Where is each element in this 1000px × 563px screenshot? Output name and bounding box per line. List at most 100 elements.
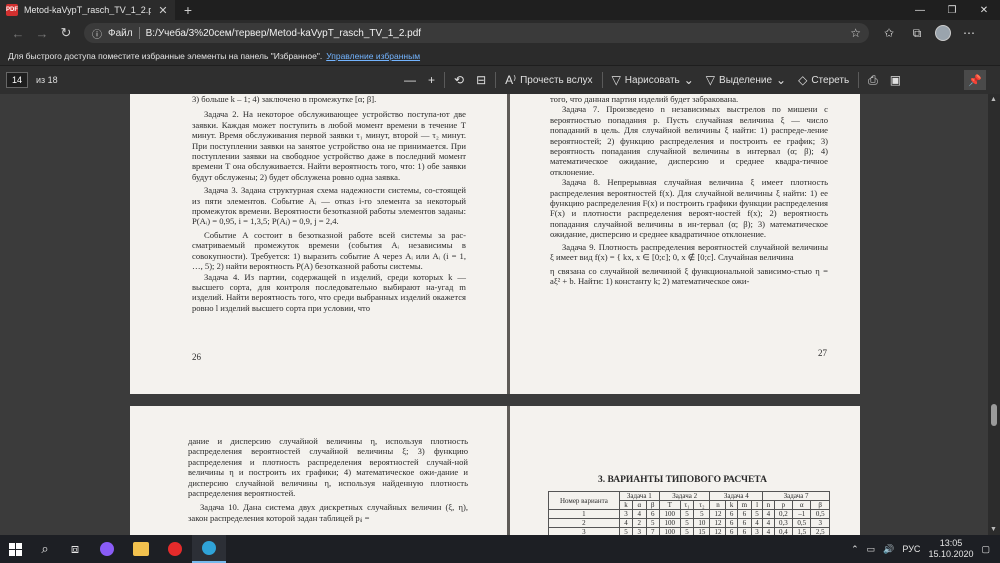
read-aloud-label: Прочесть вслух (520, 74, 593, 86)
page-total: из 18 (36, 75, 58, 85)
clock[interactable]: 13:05 15.10.2020 (928, 538, 973, 560)
table-cell: 6 (725, 527, 738, 535)
highlight-button[interactable]: ▽ Выделение ⌄ (700, 66, 792, 94)
table-subheader: m (736, 500, 752, 510)
file-explorer-app[interactable] (124, 535, 158, 563)
text-line: 3) больше k – 1; 4) заключено в промежут… (192, 94, 377, 104)
folder-icon (133, 542, 149, 556)
task-view-icon[interactable]: ⧈ (60, 535, 90, 563)
table-subheader: τ₂ (693, 500, 711, 510)
table-cell: 4 (750, 518, 764, 528)
divider (601, 72, 603, 88)
vertical-scrollbar[interactable]: ▲ ▼ (988, 94, 1000, 535)
url-input[interactable]: ⓘ Файл B:/Учеба/3%20сем/тервер/Metod-kaV… (84, 23, 869, 43)
table-cell: 1,5 (792, 527, 812, 535)
window-controls: — ❐ ✕ (904, 0, 1000, 20)
chevron-down-icon: ⌄ (776, 73, 787, 87)
table-subheader: β (645, 500, 660, 510)
toolbar-right: ✩ ⧉ ⋯ (879, 23, 979, 43)
scroll-down-icon[interactable]: ▼ (990, 526, 997, 533)
back-icon[interactable]: ← (6, 22, 30, 44)
pin-toolbar-icon[interactable]: 📌 (964, 70, 986, 90)
table-cell: 0,3 (773, 518, 794, 528)
table-cell: 3 (618, 509, 634, 519)
table-subheader: α (792, 500, 812, 510)
table-cell: 4 (632, 509, 647, 519)
table-cell: 6 (645, 509, 660, 519)
read-aloud-icon: A⁾ (505, 73, 517, 87)
windows-logo-icon (8, 542, 22, 556)
divider (138, 27, 140, 39)
book-spine (507, 406, 510, 535)
rotate-button[interactable]: ⟲ (448, 66, 470, 94)
draw-button[interactable]: ▽ Нарисовать ⌄ (606, 66, 700, 94)
read-aloud-button[interactable]: A⁾ Прочесть вслух (499, 66, 598, 94)
highlight-icon: ▽ (705, 73, 716, 87)
page-number-input[interactable]: 14 (6, 72, 28, 88)
fit-page-button[interactable]: ⊟ (470, 66, 492, 94)
pdf-spread-28-29: дание и дисперсию случайной величины η, … (130, 406, 860, 535)
zoom-in-button[interactable]: + (422, 66, 441, 94)
erase-button[interactable]: ◇ Стереть (792, 66, 855, 94)
page-number-26: 26 (192, 352, 201, 362)
start-button[interactable] (0, 535, 30, 563)
pdf-document-view[interactable]: 3) больше k – 1; 4) заключено в промежут… (0, 94, 988, 535)
zoom-out-button[interactable]: — (398, 66, 422, 94)
book-spine (507, 94, 510, 394)
tab-title: Metod-kaVypT_rasch_TV_1_2.pdf (24, 5, 151, 15)
search-icon[interactable]: ⌕ (30, 535, 60, 563)
print-button[interactable]: ⎙ (862, 66, 884, 94)
close-window-icon[interactable]: ✕ (968, 0, 1000, 20)
table-cell: 100 (658, 527, 681, 535)
tab-active[interactable]: PDF Metod-kaVypT_rasch_TV_1_2.pdf ✕ (0, 0, 175, 20)
table-cell: 5 (679, 509, 695, 519)
eraser-icon: ◇ (798, 73, 808, 87)
table-cell: 2 (548, 518, 620, 528)
table-cell: 4 (618, 518, 634, 528)
forward-icon[interactable]: → (30, 22, 54, 44)
alice-app-icon[interactable] (90, 535, 124, 563)
minimize-icon[interactable]: — (904, 0, 936, 20)
table-cell: 5 (618, 527, 634, 535)
language-indicator[interactable]: РУС (902, 544, 920, 554)
url-text[interactable]: B:/Учеба/3%20сем/тервер/Metod-kaVypT_ras… (146, 28, 845, 39)
volume-icon[interactable]: 🔊 (883, 544, 894, 555)
scrollbar-thumb[interactable] (991, 404, 997, 426)
system-tray: ⌃ ▭ 🔊 РУС 13:05 15.10.2020 ▢ (851, 535, 990, 563)
table-cell: 12 (709, 509, 727, 519)
favorite-star-icon[interactable]: ☆ (850, 26, 861, 40)
refresh-icon[interactable]: ↻ (54, 22, 78, 44)
file-label: Файл (108, 27, 133, 39)
network-icon[interactable]: ▭ (867, 544, 876, 555)
restore-icon[interactable]: ❐ (936, 0, 968, 20)
table-cell: 5 (679, 518, 695, 528)
table-header: Задача 7 (762, 491, 830, 501)
favorites-icon[interactable]: ✩ (879, 23, 899, 43)
table-cell: 0,2 (773, 509, 794, 519)
draw-label: Нарисовать (624, 74, 680, 86)
save-button[interactable]: ▣ (884, 66, 907, 94)
pdf-file-icon: PDF (6, 4, 18, 16)
table-header: Номер варианта (548, 491, 620, 510)
manage-favorites-link[interactable]: Управление избранным (326, 51, 420, 61)
more-menu-icon[interactable]: ⋯ (959, 23, 979, 43)
favorites-hint: Для быстрого доступа поместите избранные… (8, 50, 323, 61)
table-cell: 5 (750, 509, 764, 519)
chevron-up-icon[interactable]: ⌃ (851, 544, 859, 555)
variants-table: Номер варианта Задача 1 Задача 2 Задача … (548, 491, 830, 535)
yandex-browser-app[interactable] (158, 535, 192, 563)
paragraph: Задача 7. Произведено n независимых выст… (550, 104, 828, 177)
edge-app[interactable] (192, 535, 226, 563)
notifications-icon[interactable]: ▢ (981, 544, 990, 555)
scroll-up-icon[interactable]: ▲ (990, 96, 997, 103)
erase-label: Стереть (811, 74, 850, 86)
profile-avatar[interactable] (935, 25, 951, 41)
new-tab-button[interactable]: + (177, 2, 199, 18)
table-header-row: Номер варианта Задача 1 Задача 2 Задача … (548, 491, 830, 510)
collections-icon[interactable]: ⧉ (907, 23, 927, 43)
table-cell: 0,4 (773, 527, 794, 535)
paragraph: Задача 4. Из партии, содержащей n издели… (192, 271, 466, 313)
table-row: 2 4 2 5 100 5 10 12 6 6 4 4 0,3 0,5 3 (548, 518, 830, 528)
close-tab-icon[interactable]: ✕ (157, 4, 169, 17)
divider (858, 72, 860, 88)
